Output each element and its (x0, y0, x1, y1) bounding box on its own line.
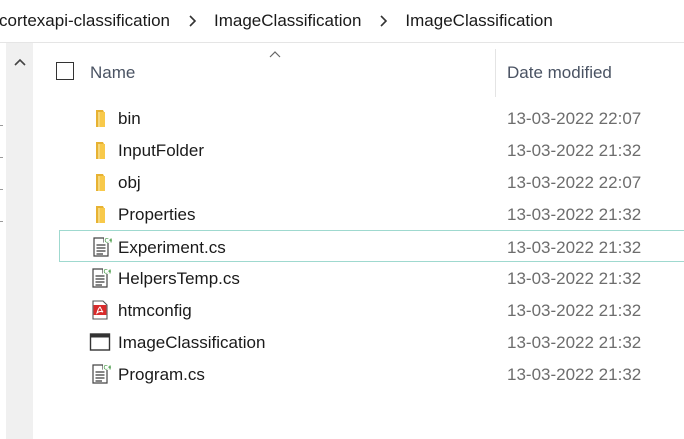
file-date-modified: 13-03-2022 21:32 (507, 269, 642, 288)
file-name[interactable]: HelpersTemp.cs (118, 269, 240, 289)
column-divider[interactable] (495, 49, 496, 97)
application-icon (89, 331, 111, 353)
vertical-scrollbar[interactable] (6, 43, 33, 439)
file-name[interactable]: bin (118, 109, 141, 129)
name-column-header[interactable]: Name (90, 63, 135, 83)
file-name[interactable]: obj (118, 173, 141, 193)
scroll-up-arrow-icon[interactable] (6, 51, 33, 73)
file-row[interactable]: ImageClassification 13-03-2022 21:32 (34, 326, 684, 358)
chevron-right-icon[interactable] (188, 15, 197, 27)
file-row[interactable]: Properties 13-03-2022 21:32 (34, 198, 684, 230)
file-row[interactable]: bin 13-03-2022 22:07 (34, 102, 684, 134)
file-list: bin 13-03-2022 22:07 InputFolder 13-03-202… (34, 102, 684, 390)
date-modified-column-header[interactable]: Date modified (507, 63, 612, 83)
select-all-checkbox[interactable] (56, 62, 74, 80)
file-row[interactable]: InputFolder 13-03-2022 21:32 (34, 134, 684, 166)
sort-ascending-icon[interactable] (269, 51, 281, 58)
svg-text:C#: C# (105, 238, 113, 245)
svg-text:C#: C# (104, 269, 112, 276)
file-date-modified: 13-03-2022 21:32 (507, 238, 642, 257)
nav-tick (0, 157, 3, 158)
csharp-file-icon: C# (89, 363, 111, 385)
breadcrumb-item-imageclassification-current[interactable]: ImageClassification (403, 11, 554, 31)
csharp-file-icon: C# (90, 236, 112, 258)
file-name[interactable]: InputFolder (118, 141, 204, 161)
file-name[interactable]: htmconfig (118, 301, 192, 321)
file-row[interactable]: C# Program.cs 13-03-2022 21:32 (34, 358, 684, 390)
breadcrumb: cortexapi-classification ImageClassifica… (0, 0, 684, 43)
file-name[interactable]: Properties (118, 205, 195, 225)
pdf-file-icon (89, 299, 111, 321)
file-name[interactable]: Program.cs (118, 365, 205, 385)
file-date-modified: 13-03-2022 21:32 (507, 141, 642, 160)
file-row[interactable]: obj 13-03-2022 22:07 (34, 166, 684, 198)
file-row[interactable]: C# HelpersTemp.cs 13-03-2022 21:32 (34, 262, 684, 294)
file-date-modified: 13-03-2022 21:32 (507, 205, 642, 224)
nav-tick (0, 221, 3, 222)
chevron-right-icon[interactable] (379, 15, 388, 27)
folder-icon (89, 171, 111, 193)
file-date-modified: 13-03-2022 21:32 (507, 365, 642, 384)
column-header: Name Date modified (34, 43, 684, 99)
file-date-modified: 13-03-2022 21:32 (507, 301, 642, 320)
file-date-modified: 13-03-2022 22:07 (507, 109, 642, 128)
file-date-modified: 13-03-2022 22:07 (507, 173, 642, 192)
csharp-file-icon: C# (89, 267, 111, 289)
folder-icon (89, 139, 111, 161)
nav-tick (0, 189, 3, 190)
file-row[interactable]: C# Experiment.cs 13-03-2022 21:32 (59, 230, 684, 262)
file-name[interactable]: ImageClassification (118, 333, 265, 353)
nav-tick (0, 125, 3, 126)
svg-text:C#: C# (104, 365, 112, 372)
folder-icon (89, 107, 111, 129)
file-name[interactable]: Experiment.cs (118, 238, 226, 258)
breadcrumb-item-imageclassification[interactable]: ImageClassification (212, 11, 363, 31)
breadcrumb-item-cortexapi-classification[interactable]: cortexapi-classification (0, 11, 172, 31)
file-date-modified: 13-03-2022 21:32 (507, 333, 642, 352)
file-row[interactable]: htmconfig 13-03-2022 21:32 (34, 294, 684, 326)
folder-icon (89, 203, 111, 225)
